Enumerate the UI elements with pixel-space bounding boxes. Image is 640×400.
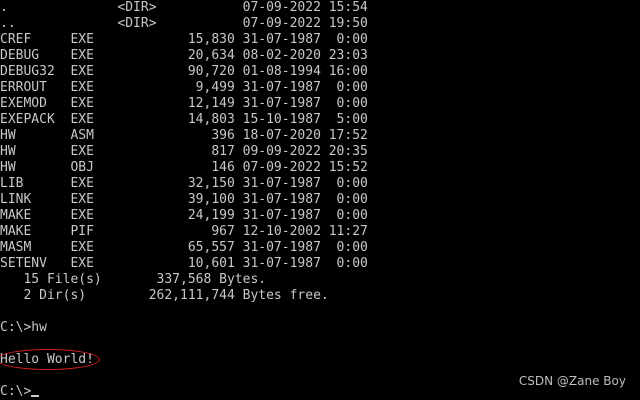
highlight-oval bbox=[0, 349, 100, 370]
dir-listing-row: . <DIR> 07-09-2022 15:54 bbox=[0, 0, 368, 15]
dir-listing-row: LIB EXE 32,150 31-07-1987 0:00 bbox=[0, 176, 368, 191]
program-output-line: Hello World! bbox=[0, 349, 368, 370]
watermark: CSDN @Zane Boy bbox=[518, 374, 626, 388]
dir-listing-row: HW OBJ 146 07-09-2022 15:52 bbox=[0, 160, 368, 175]
dir-listing-row: LINK EXE 39,100 31-07-1987 0:00 bbox=[0, 192, 368, 207]
dir-listing-row: MAKE EXE 24,199 31-07-1987 0:00 bbox=[0, 208, 368, 223]
hello-world-output: Hello World! bbox=[0, 349, 100, 370]
dir-listing-row: ERROUT EXE 9,499 31-07-1987 0:00 bbox=[0, 80, 368, 95]
dir-listing-row: CREF EXE 15,830 31-07-1987 0:00 bbox=[0, 32, 368, 47]
dir-listing-row: MAKE PIF 967 12-10-2002 11:27 bbox=[0, 224, 368, 239]
prompt-line[interactable]: C:\> bbox=[0, 384, 368, 400]
dos-console-window[interactable]: . <DIR> 07-09-2022 15:54.. <DIR> 07-09-2… bbox=[0, 0, 640, 400]
console-output: . <DIR> 07-09-2022 15:54.. <DIR> 07-09-2… bbox=[0, 0, 368, 400]
text-cursor bbox=[31, 395, 40, 397]
dir-listing-row: DEBUG32 EXE 90,720 01-08-1994 16:00 bbox=[0, 64, 368, 79]
dir-listing-row: DEBUG EXE 20,634 08-02-2020 23:03 bbox=[0, 48, 368, 63]
dir-listing-row: HW ASM 396 18-07-2020 17:52 bbox=[0, 128, 368, 143]
dir-listing-row: EXEMOD EXE 12,149 31-07-1987 0:00 bbox=[0, 96, 368, 111]
dir-listing-row: HW EXE 817 09-09-2022 20:35 bbox=[0, 144, 368, 159]
files-summary: 15 File(s) 337,568 Bytes. bbox=[0, 272, 267, 287]
prompt-text: C:\> bbox=[0, 384, 32, 399]
dir-listing-row: EXEPACK EXE 14,803 15-10-1987 5:00 bbox=[0, 112, 368, 127]
dir-listing-row: SETENV EXE 10,601 31-07-1987 0:00 bbox=[0, 256, 368, 271]
command-line: C:\>hw bbox=[0, 320, 47, 335]
dir-listing-row: .. <DIR> 07-09-2022 19:50 bbox=[0, 16, 368, 31]
dirs-summary: 2 Dir(s) 262,111,744 Bytes free. bbox=[0, 288, 329, 303]
dir-listing-row: MASM EXE 65,557 31-07-1987 0:00 bbox=[0, 240, 368, 255]
